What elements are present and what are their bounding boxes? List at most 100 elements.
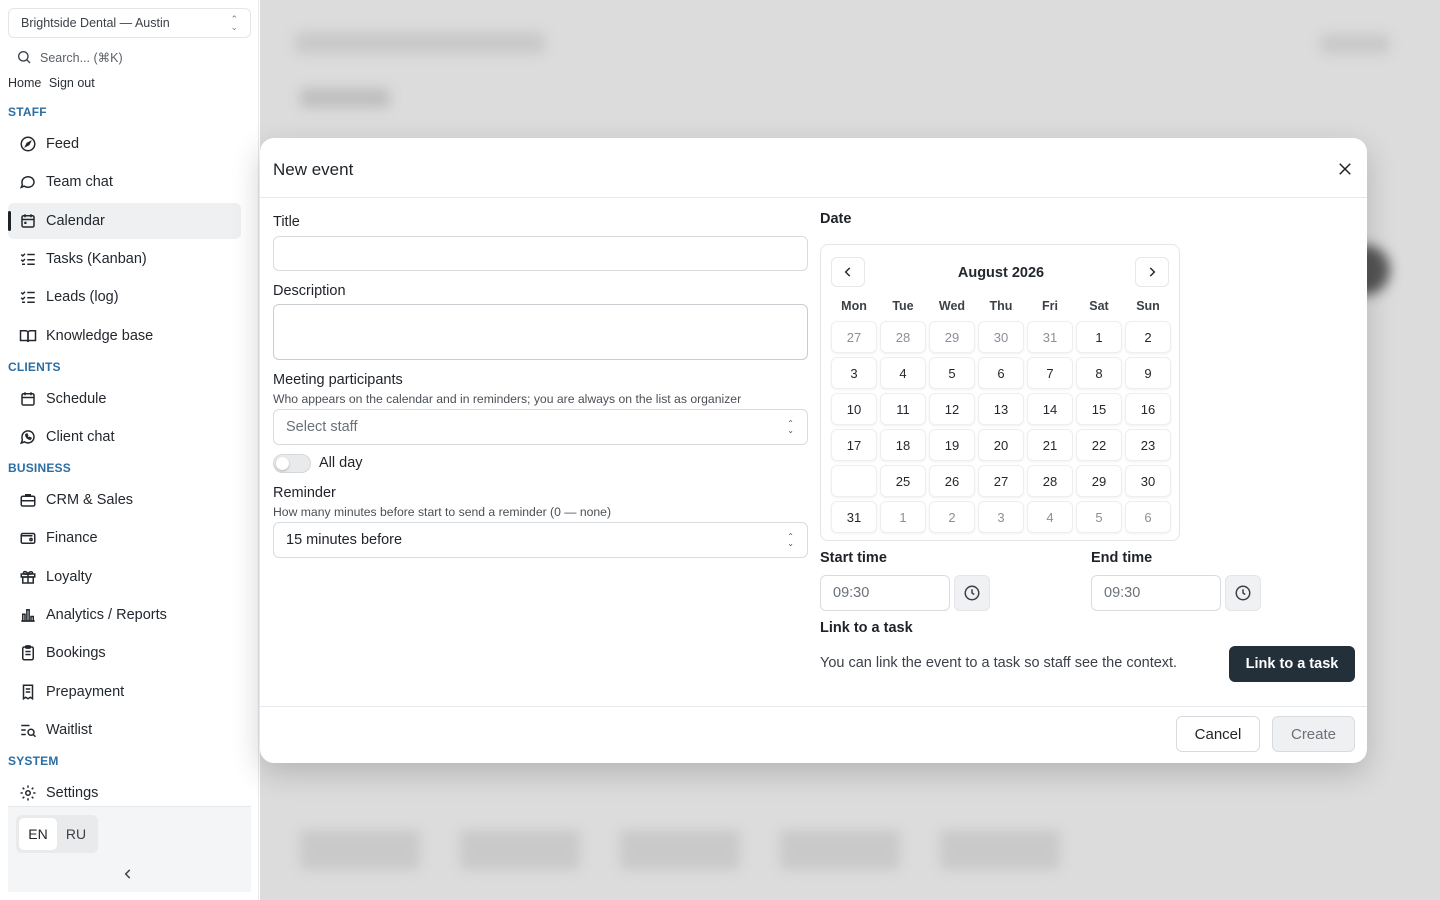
calendar-day[interactable]: 27 [978, 465, 1024, 497]
clock-icon [1235, 585, 1251, 601]
sidebar-item-bookings[interactable]: Bookings [8, 635, 241, 671]
language-panel: EN RU [8, 806, 251, 892]
calendar-day[interactable]: 23 [1125, 429, 1171, 461]
collapse-sidebar-button[interactable] [121, 867, 135, 884]
calendar-day[interactable]: 1 [1076, 321, 1122, 353]
chevron-left-icon [124, 869, 131, 879]
sidebar-item-waitlist[interactable]: Waitlist [8, 712, 241, 748]
calendar-day[interactable]: 20 [978, 429, 1024, 461]
calendar-day[interactable]: 1 [880, 501, 926, 533]
search-placeholder: Search... (⌘K) [40, 50, 123, 65]
home-link[interactable]: Home [8, 76, 41, 90]
sidebar-item-leads[interactable]: Leads (log) [8, 279, 241, 315]
calendar-day[interactable]: 16 [1125, 393, 1171, 425]
calendar-day[interactable]: 25 [880, 465, 926, 497]
calendar-day[interactable]: 31 [831, 501, 877, 533]
calendar-day[interactable]: 2 [929, 501, 975, 533]
sidebar-item-crm[interactable]: CRM & Sales [8, 482, 241, 518]
checklist-icon [20, 253, 35, 265]
lang-en-button[interactable]: EN [19, 818, 57, 850]
start-time-picker-button[interactable] [954, 575, 990, 611]
calendar-day[interactable]: 31 [1027, 321, 1073, 353]
calendar-day[interactable]: 29 [929, 321, 975, 353]
calendar-day[interactable]: 6 [1125, 501, 1171, 533]
calendar-day[interactable]: 19 [929, 429, 975, 461]
search-input[interactable]: Search... (⌘K) [8, 44, 251, 70]
calendar-week-row: 31 1 2 3 4 5 6 [831, 499, 1173, 535]
org-select[interactable]: Brightside Dental — Austin ⌃ ⌄ [8, 8, 251, 38]
calendar-day[interactable]: 22 [1076, 429, 1122, 461]
sidebar-item-team-chat[interactable]: Team chat [8, 164, 241, 200]
new-event-dialog: New event [260, 138, 1367, 763]
calendar-day[interactable]: 12 [929, 393, 975, 425]
calendar-day[interactable]: 14 [1027, 393, 1073, 425]
calendar-day[interactable]: 5 [1076, 501, 1122, 533]
calendar-day[interactable]: 3 [831, 357, 877, 389]
end-time-picker-button[interactable] [1225, 575, 1261, 611]
cancel-button[interactable]: Cancel [1176, 716, 1260, 752]
sidebar-item-client-chat[interactable]: Client chat [8, 419, 241, 455]
sidebar-item-tasks[interactable]: Tasks (Kanban) [8, 241, 241, 277]
sidebar-item-analytics[interactable]: Analytics / Reports [8, 597, 241, 633]
link-to-task-button[interactable]: Link to a task [1229, 646, 1355, 682]
reminder-value: 15 minutes before [286, 532, 403, 548]
calendar-day[interactable]: 11 [880, 393, 926, 425]
calendar-day[interactable]: 28 [1027, 465, 1073, 497]
calendar-day[interactable]: 27 [831, 321, 877, 353]
sidebar: Brightside Dental — Austin ⌃ ⌄ Search... … [0, 0, 259, 900]
calendar-day[interactable]: 17 [831, 429, 877, 461]
calendar-day[interactable]: 8 [1076, 357, 1122, 389]
link-task-hint: You can link the event to a task so staf… [820, 655, 1178, 671]
chat-bubble-icon [19, 176, 35, 189]
sidebar-item-calendar[interactable]: Calendar [8, 203, 241, 239]
date-picker: August 2026 Mon Tue Wed Thu Fri Sat Sun 27 28 29 3… [820, 244, 1180, 541]
calendar-day[interactable] [831, 465, 877, 497]
calendar-day[interactable]: 6 [978, 357, 1024, 389]
sidebar-item-prepayment[interactable]: Prepayment [8, 674, 241, 710]
all-day-toggle[interactable] [273, 454, 311, 473]
section-system: SYSTEM [8, 754, 59, 768]
calendar-week-row: 27 28 29 30 31 1 2 [831, 319, 1173, 355]
lang-ru-button[interactable]: RU [57, 818, 95, 850]
description-textarea[interactable] [273, 304, 808, 360]
create-button[interactable]: Create [1272, 716, 1355, 752]
sidebar-item-loyalty[interactable]: Loyalty [8, 559, 241, 595]
sidebar-item-feed[interactable]: Feed [8, 126, 241, 162]
calendar-day[interactable]: 10 [831, 393, 877, 425]
sidebar-item-schedule[interactable]: Schedule [8, 381, 241, 417]
calendar-day[interactable]: 4 [1027, 501, 1073, 533]
sidebar-item-knowledge-base[interactable]: Knowledge base [8, 318, 241, 354]
calendar-day[interactable]: 28 [880, 321, 926, 353]
reminder-select[interactable]: 15 minutes before ⌃ ⌄ [273, 522, 808, 558]
close-icon[interactable] [1336, 160, 1354, 178]
calendar-day[interactable]: 5 [929, 357, 975, 389]
calendar-day[interactable]: 29 [1076, 465, 1122, 497]
reminder-label: Reminder [273, 485, 336, 501]
calendar-day[interactable]: 30 [978, 321, 1024, 353]
sidebar-item-label: Client chat [46, 429, 115, 445]
calendar-day[interactable]: 21 [1027, 429, 1073, 461]
calendar-day[interactable]: 15 [1076, 393, 1122, 425]
participants-hint: Who appears on the calendar and in remin… [273, 392, 742, 406]
calendar-day[interactable]: 2 [1125, 321, 1171, 353]
next-month-button[interactable] [1135, 257, 1169, 287]
search-icon [18, 51, 31, 64]
calendar-day[interactable]: 7 [1027, 357, 1073, 389]
sidebar-item-finance[interactable]: Finance [8, 520, 241, 556]
gear-icon [20, 785, 36, 801]
weekday-label: Fri [1042, 299, 1058, 313]
participants-select[interactable]: Select staff ⌃ ⌄ [273, 409, 808, 445]
calendar-day[interactable]: 13 [978, 393, 1024, 425]
calendar-day[interactable]: 18 [880, 429, 926, 461]
weekday-label: Sun [1136, 299, 1160, 313]
sign-out-link[interactable]: Sign out [49, 76, 95, 90]
title-input[interactable] [273, 236, 808, 271]
start-time-input[interactable]: 09:30 [820, 575, 950, 611]
end-time-input[interactable]: 09:30 [1091, 575, 1221, 611]
calendar-day[interactable]: 3 [978, 501, 1024, 533]
weekday-label: Wed [938, 299, 966, 313]
calendar-day[interactable]: 4 [880, 357, 926, 389]
calendar-day[interactable]: 26 [929, 465, 975, 497]
calendar-day[interactable]: 30 [1125, 465, 1171, 497]
calendar-day[interactable]: 9 [1125, 357, 1171, 389]
